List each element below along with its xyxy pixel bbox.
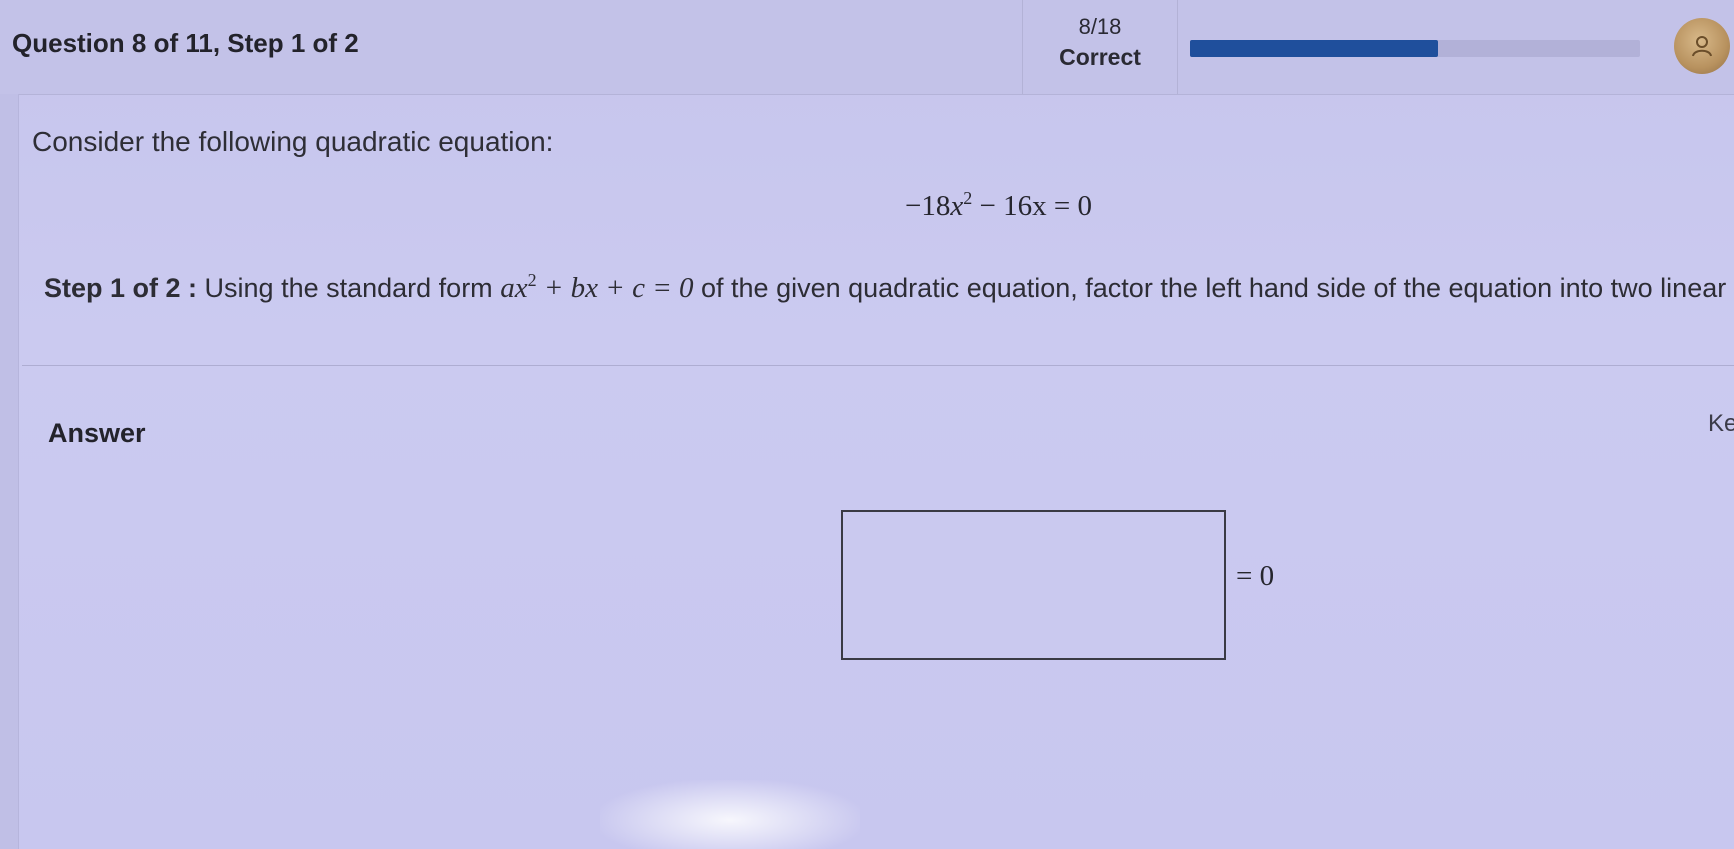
user-icon	[1692, 36, 1712, 57]
screen-glare	[600, 780, 860, 849]
answer-label: Answer	[48, 418, 146, 448]
standard-form-exponent: 2	[527, 270, 537, 290]
score-value: 8/18	[1078, 14, 1122, 39]
equals-zero-label: = 0	[1236, 560, 1275, 592]
step-label: Step 1 of 2 :	[44, 273, 198, 303]
avatar-icon[interactable]	[1674, 18, 1730, 74]
equation-coefficient: −18	[905, 190, 951, 222]
question-intro: Consider the following quadratic equatio…	[32, 126, 554, 157]
score-label: Correct	[1059, 44, 1141, 70]
progress-bar	[1190, 40, 1640, 57]
keypad-link[interactable]: Ke	[1708, 410, 1734, 438]
equation-variable: x	[950, 190, 964, 222]
step-text-before: Using the standard form	[197, 273, 501, 303]
standard-form-rest: + bx + c = 0	[536, 272, 694, 304]
given-equation: −18x2 − 16x = 0	[905, 188, 1092, 223]
score-panel: 8/18 Correct	[1022, 0, 1178, 94]
equation-exponent: 2	[963, 188, 973, 208]
equation-rest: − 16x = 0	[972, 190, 1092, 222]
standard-form: ax2 + bx + c = 0	[500, 270, 694, 304]
header-bar: Question 8 of 11, Step 1 of 2 8/18 Corre…	[0, 0, 1734, 95]
progress-bar-fill	[1190, 40, 1438, 57]
step-instruction: Step 1 of 2 : Using the standard form ax…	[44, 270, 1734, 305]
question-content	[0, 94, 1734, 849]
answer-input[interactable]	[841, 510, 1226, 660]
standard-form-ax: ax	[500, 272, 528, 304]
section-divider	[22, 365, 1734, 366]
question-page: Question 8 of 11, Step 1 of 2 8/18 Corre…	[0, 0, 1734, 849]
question-title: Question 8 of 11, Step 1 of 2	[12, 28, 359, 58]
step-text-after: of the given quadratic equation, factor …	[693, 273, 1734, 303]
